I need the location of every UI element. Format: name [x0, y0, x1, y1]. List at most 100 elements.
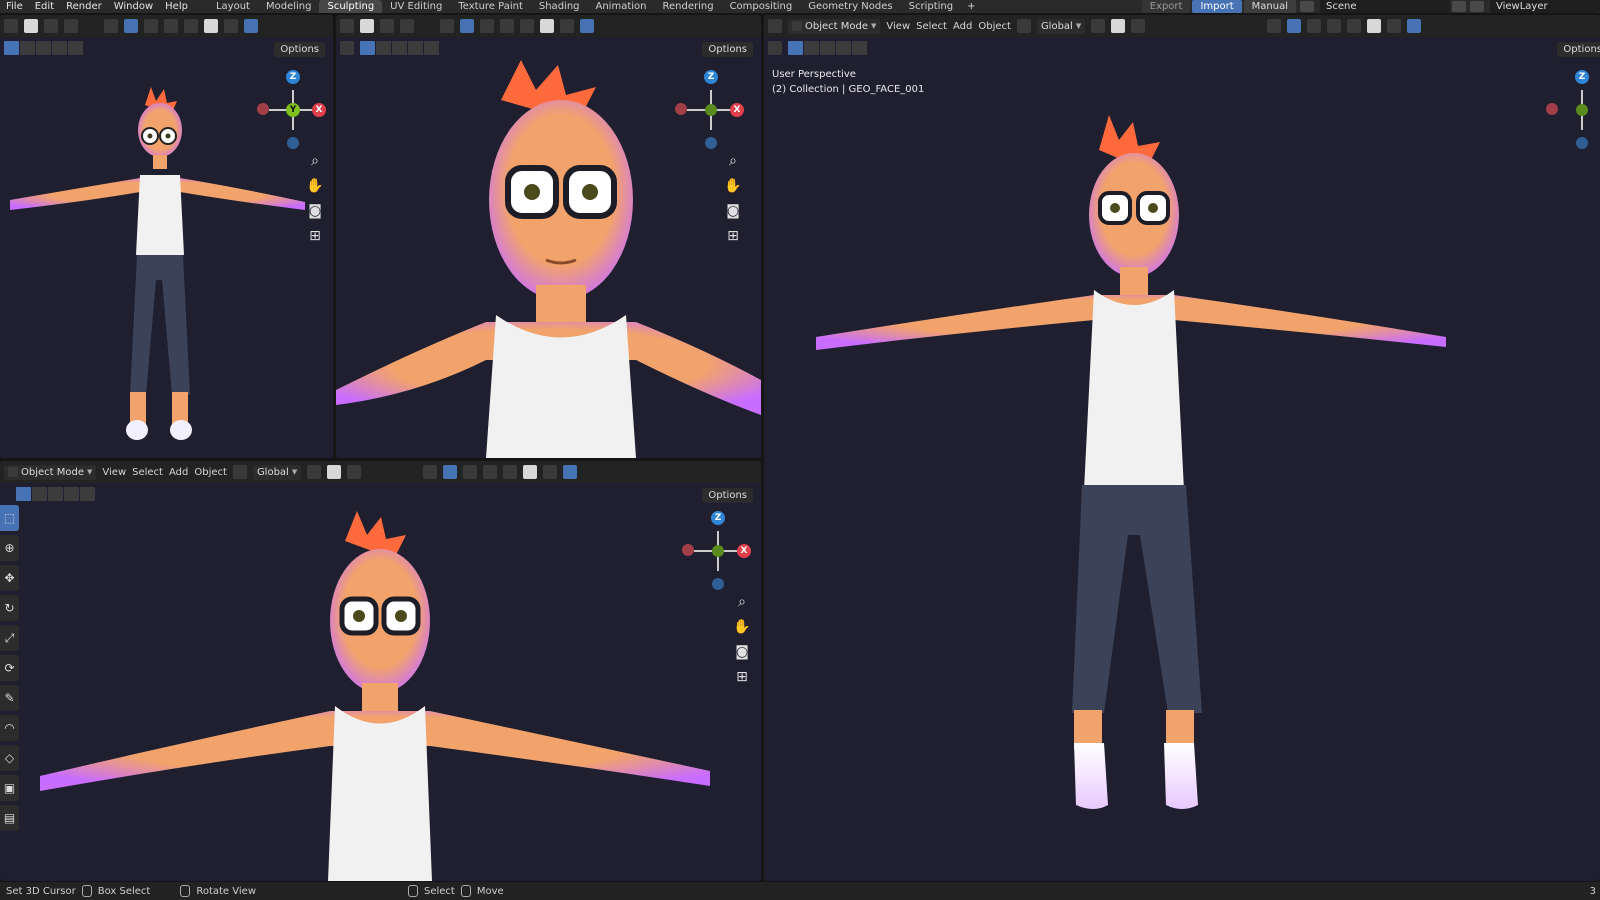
- menu-render[interactable]: Render: [60, 0, 108, 13]
- select-mode-group[interactable]: [360, 41, 439, 55]
- menu-add[interactable]: Add: [953, 21, 972, 32]
- xray-icon[interactable]: [483, 465, 498, 479]
- menu-select[interactable]: Select: [132, 467, 163, 478]
- viewport-top-left[interactable]: Options Z Y X ⌕ ✋ ◙ ⊞: [0, 15, 333, 458]
- material-shading-icon[interactable]: [560, 19, 574, 33]
- scene-field[interactable]: Scene: [1320, 0, 1450, 13]
- visibility-icon[interactable]: [1267, 19, 1282, 33]
- menu-object[interactable]: Object: [978, 21, 1011, 32]
- material-shading-icon[interactable]: [543, 465, 558, 479]
- overlay-icon[interactable]: [463, 465, 478, 479]
- visibility-icon[interactable]: [423, 465, 438, 479]
- viewlayer-icon[interactable]: [1470, 1, 1484, 12]
- cursor-tool-icon[interactable]: ⊕: [0, 535, 19, 561]
- options-button[interactable]: Options: [274, 42, 325, 57]
- gizmo-toggle-icon[interactable]: [1287, 19, 1302, 33]
- select-box-tool-icon[interactable]: ⬚: [0, 505, 19, 531]
- mode-dropdown[interactable]: Object Mode ▼: [788, 18, 881, 34]
- menu-add[interactable]: Add: [169, 467, 188, 478]
- wireframe-shading-icon[interactable]: [520, 19, 534, 33]
- navigation-gizmo[interactable]: Z: [1542, 70, 1600, 150]
- mode-dropdown[interactable]: Object Mode ▼: [4, 464, 97, 480]
- rendered-shading-icon[interactable]: [580, 19, 594, 33]
- tab-animation[interactable]: Animation: [588, 0, 655, 13]
- solid-shading-icon[interactable]: [540, 19, 554, 33]
- tab-uv-editing[interactable]: UV Editing: [382, 0, 450, 13]
- wireframe-shading-icon[interactable]: [503, 465, 518, 479]
- rendered-shading-icon[interactable]: [1407, 19, 1422, 33]
- select-mode-group[interactable]: [4, 41, 83, 55]
- measure-tool-icon[interactable]: ◠: [0, 715, 19, 741]
- proportional-edit-icon[interactable]: [380, 19, 394, 33]
- tab-layout[interactable]: Layout: [208, 0, 258, 13]
- import-button[interactable]: Import: [1192, 0, 1242, 13]
- overlay-icon[interactable]: [1307, 19, 1322, 33]
- select-mode-group[interactable]: [788, 41, 867, 55]
- menu-select[interactable]: Select: [916, 21, 947, 32]
- xray-icon[interactable]: [1327, 19, 1342, 33]
- material-shading-icon[interactable]: [1387, 19, 1402, 33]
- scene-icon[interactable]: [1300, 1, 1314, 12]
- solid-shading-icon[interactable]: [1367, 19, 1382, 33]
- scale-tool-icon[interactable]: ⤢: [0, 625, 19, 651]
- gizmo-neg-x-axis[interactable]: [1546, 103, 1558, 115]
- shading-icon[interactable]: [360, 19, 374, 33]
- snap-icon[interactable]: [340, 19, 354, 33]
- tab-rendering[interactable]: Rendering: [654, 0, 721, 13]
- material-shading-icon[interactable]: [224, 19, 238, 33]
- proportional-edit-icon[interactable]: [1131, 19, 1146, 33]
- options-button[interactable]: Options: [702, 42, 753, 57]
- tab-modeling[interactable]: Modeling: [258, 0, 320, 13]
- tab-geometry-nodes[interactable]: Geometry Nodes: [800, 0, 900, 13]
- snap-icon[interactable]: [4, 19, 18, 33]
- rendered-shading-icon[interactable]: [563, 465, 578, 479]
- orientation-dropdown[interactable]: Global ▼: [1036, 18, 1086, 34]
- options-button[interactable]: Options: [702, 488, 753, 503]
- menu-help[interactable]: Help: [159, 0, 194, 13]
- extrude-tool-icon[interactable]: ▣: [0, 775, 19, 801]
- gizmo-toggle-icon[interactable]: [460, 19, 474, 33]
- gizmo-z-axis[interactable]: Z: [1575, 70, 1589, 84]
- inset-tool-icon[interactable]: ▤: [0, 805, 19, 831]
- move-tool-icon[interactable]: ✥: [0, 565, 19, 591]
- visibility-icon[interactable]: [440, 19, 454, 33]
- annotate-tool-icon[interactable]: ✎: [0, 685, 19, 711]
- menu-view[interactable]: View: [886, 21, 910, 32]
- overlay-icon[interactable]: [144, 19, 158, 33]
- gizmo-neg-y-axis[interactable]: [1576, 104, 1588, 116]
- tab-scripting[interactable]: Scripting: [901, 0, 961, 13]
- xray-icon[interactable]: [500, 19, 514, 33]
- solid-shading-icon[interactable]: [204, 19, 218, 33]
- overlay-icon[interactable]: [480, 19, 494, 33]
- falloff-icon[interactable]: [64, 19, 78, 33]
- shading-icon[interactable]: [327, 465, 342, 479]
- snap-icon[interactable]: [307, 465, 322, 479]
- transform-tool-icon[interactable]: ⟳: [0, 655, 19, 681]
- tab-texture-paint[interactable]: Texture Paint: [450, 0, 531, 13]
- wireframe-shading-icon[interactable]: [1347, 19, 1362, 33]
- visibility-icon[interactable]: [104, 19, 118, 33]
- proportional-edit-icon[interactable]: [44, 19, 58, 33]
- xray-icon[interactable]: [164, 19, 178, 33]
- snap-icon[interactable]: [1091, 19, 1106, 33]
- viewport-top-mid[interactable]: Options Z X ⌕ ✋ ◙ ⊞: [336, 15, 761, 458]
- shading-icon[interactable]: [24, 19, 38, 33]
- tab-shading[interactable]: Shading: [531, 0, 588, 13]
- export-button[interactable]: Export: [1141, 0, 1191, 13]
- viewport-bottom[interactable]: Object Mode ▼ View Select Add Object Glo…: [0, 461, 761, 881]
- pivot-icon[interactable]: [232, 465, 247, 479]
- gizmo-toggle-icon[interactable]: [124, 19, 138, 33]
- shading-icon[interactable]: [1111, 19, 1126, 33]
- play-icon[interactable]: [340, 41, 354, 55]
- add-cube-tool-icon[interactable]: ◇: [0, 745, 19, 771]
- options-button[interactable]: Options: [1557, 42, 1600, 57]
- viewport-right[interactable]: Object Mode ▼ View Select Add Object Glo…: [764, 15, 1600, 881]
- menu-file[interactable]: File: [0, 0, 29, 13]
- gizmo-neg-z-axis[interactable]: [1576, 137, 1588, 149]
- solid-shading-icon[interactable]: [523, 465, 538, 479]
- viewlayer-field[interactable]: ViewLayer: [1490, 0, 1600, 13]
- rendered-shading-icon[interactable]: [244, 19, 258, 33]
- tab-sculpting[interactable]: Sculpting: [319, 0, 383, 13]
- manual-button[interactable]: Manual: [1243, 0, 1296, 13]
- menu-window[interactable]: Window: [108, 0, 159, 13]
